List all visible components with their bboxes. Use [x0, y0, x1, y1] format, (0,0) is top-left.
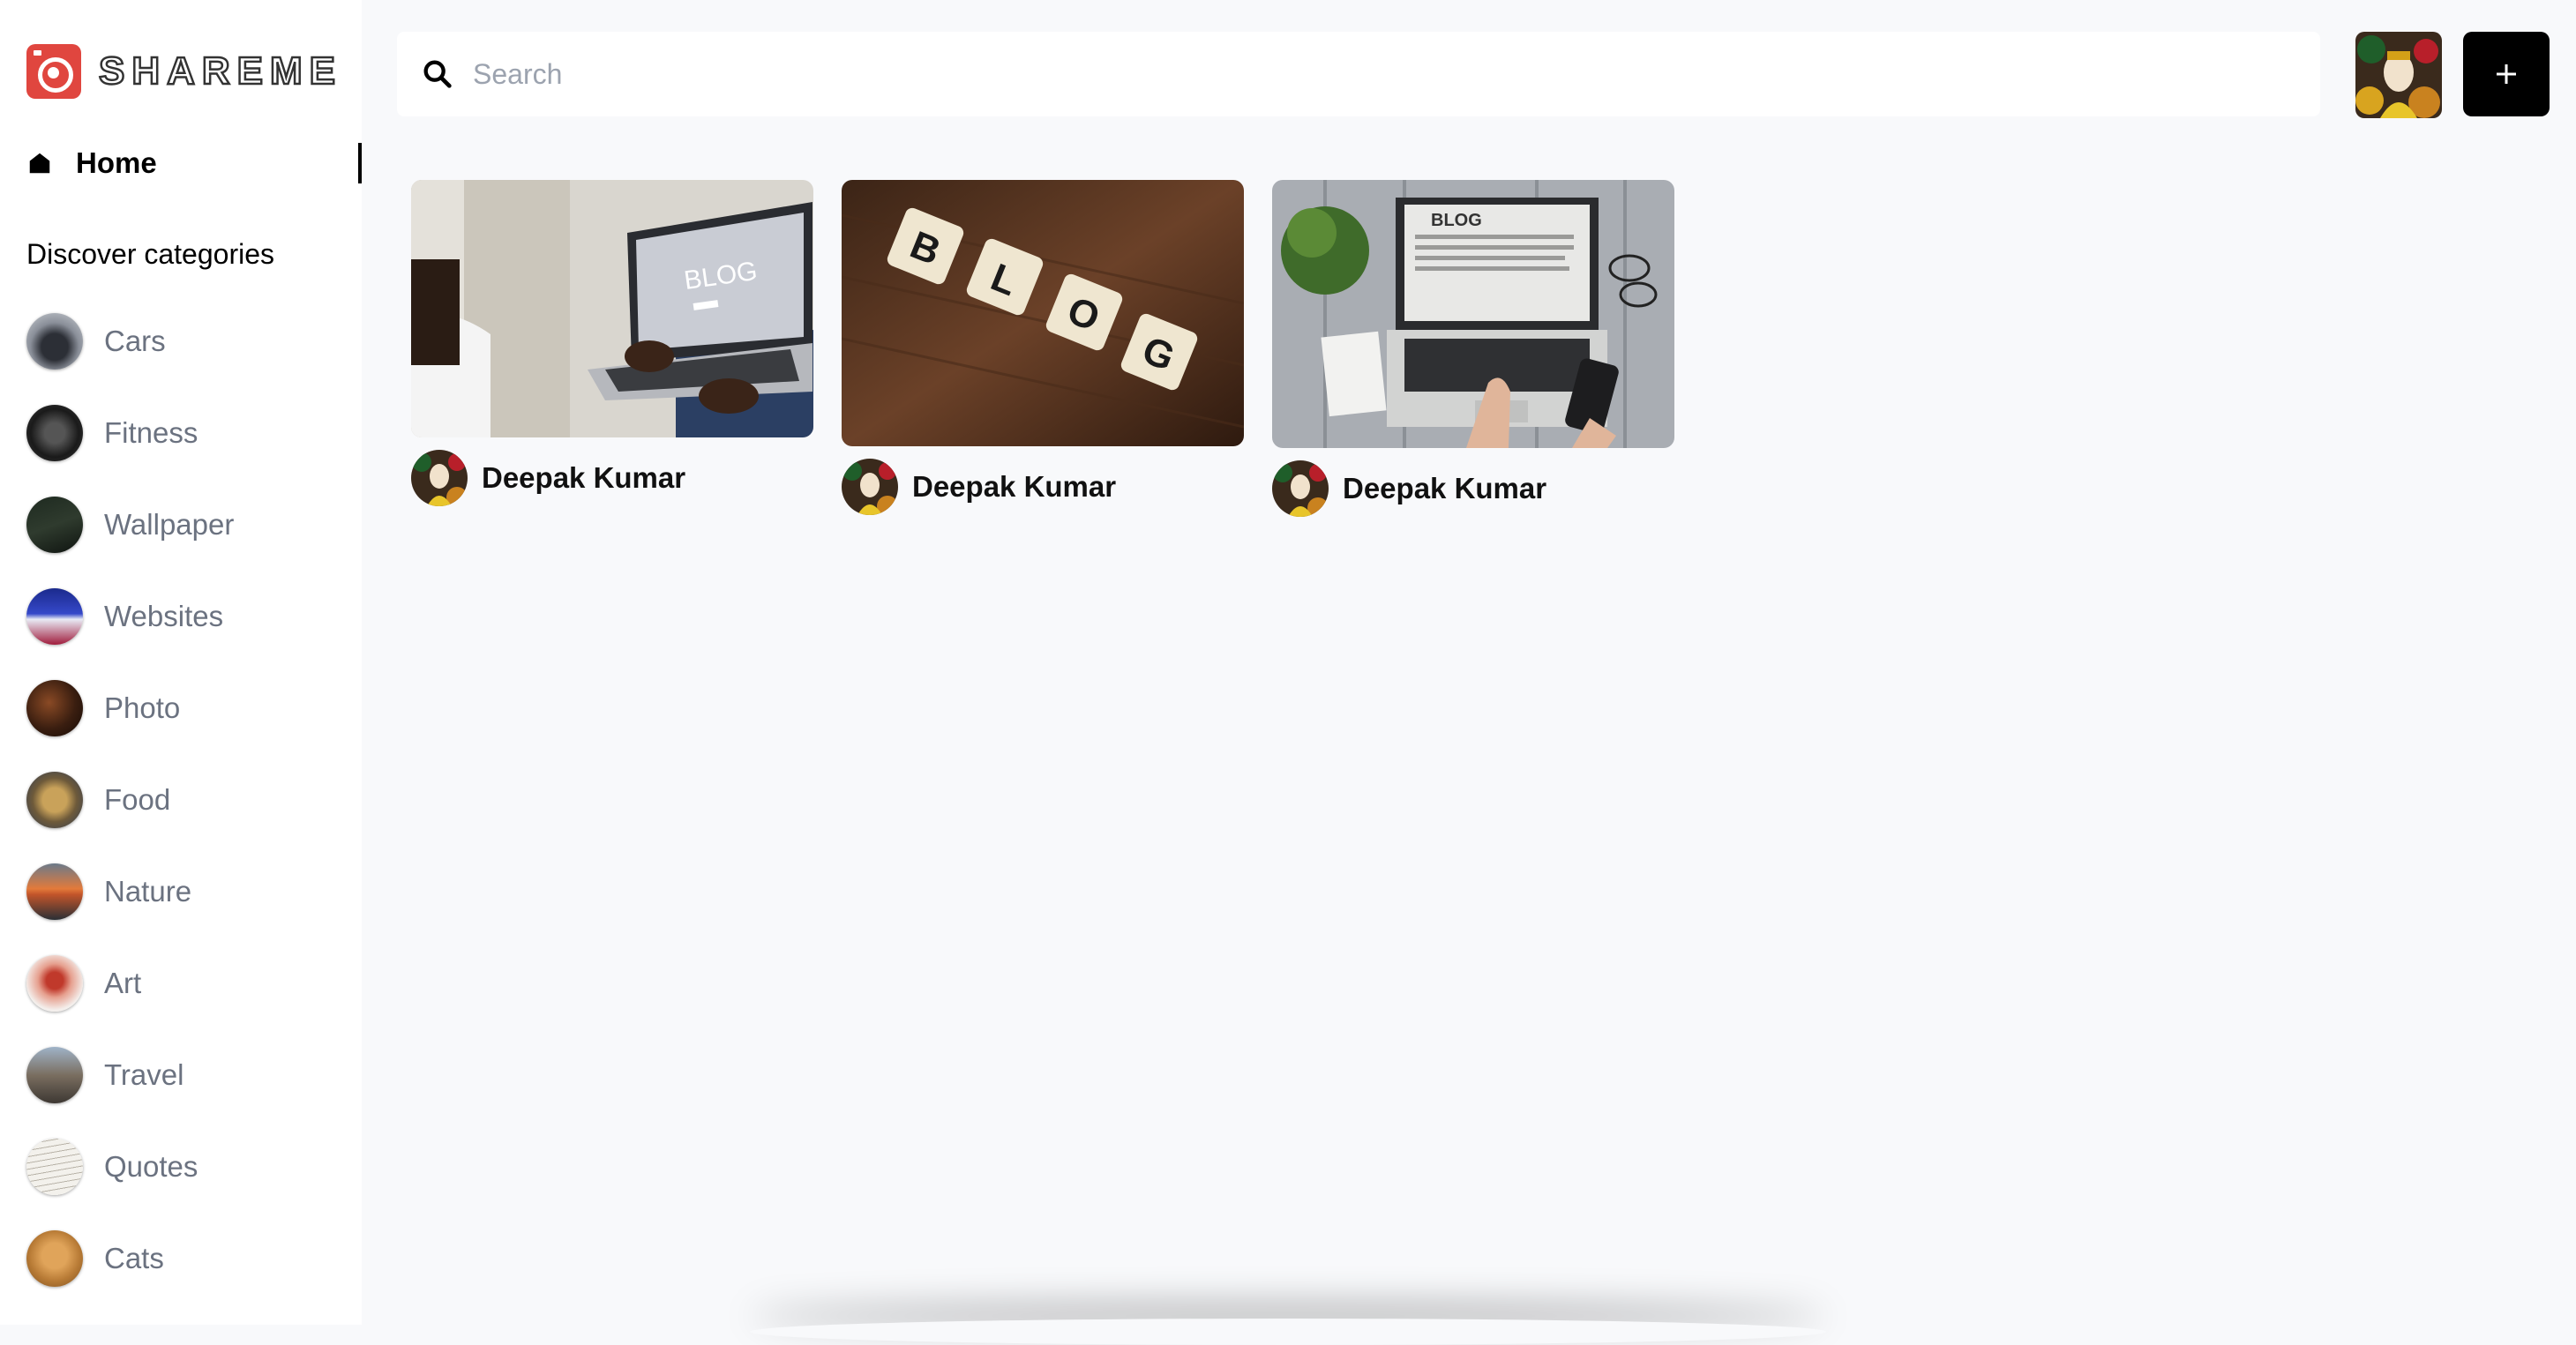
- user-avatar[interactable]: [2355, 32, 2442, 118]
- sidebar-item-photo[interactable]: Photo: [26, 680, 234, 736]
- sidebar-item-label: Photo: [104, 691, 181, 724]
- pin-author[interactable]: Deepak Kumar: [1272, 460, 1674, 517]
- author-name: Deepak Kumar: [1343, 472, 1547, 504]
- discover-categories-heading: Discover categories: [26, 238, 274, 270]
- sidebar-item-label: Art: [104, 967, 142, 999]
- category-thumbnail: [26, 863, 83, 920]
- sidebar-item-label: Food: [104, 783, 171, 816]
- sidebar-item-websites[interactable]: Websites: [26, 588, 234, 645]
- app-name: SHAREME: [98, 49, 343, 94]
- add-pin-button[interactable]: [2463, 32, 2550, 116]
- sidebar-item-label: Quotes: [104, 1150, 198, 1183]
- sidebar-item-nature[interactable]: Nature: [26, 863, 234, 920]
- pin-image[interactable]: B L O G: [842, 180, 1244, 446]
- category-list: Cars Fitness Wallpaper Websites Photo Fo…: [26, 313, 234, 1322]
- app-logo[interactable]: SHAREME: [26, 44, 342, 99]
- pin-image-text: BLOG: [1431, 211, 1482, 230]
- pin-card[interactable]: BLOG Deepak Kumar: [1272, 180, 1674, 517]
- category-thumbnail: [26, 1139, 83, 1195]
- bottom-shadow: [750, 1319, 1826, 1345]
- category-thumbnail: [26, 588, 83, 645]
- author-avatar: [411, 450, 468, 506]
- sidebar-item-label: Wallpaper: [104, 508, 235, 541]
- author-name: Deepak Kumar: [482, 461, 686, 494]
- sidebar-item-cars[interactable]: Cars: [26, 313, 234, 370]
- pin-author[interactable]: Deepak Kumar: [842, 459, 1244, 515]
- sidebar-item-label: Home: [76, 146, 157, 179]
- pin-image[interactable]: BLOG: [1272, 180, 1674, 448]
- pin-card[interactable]: B L O G Deepak Kumar: [842, 180, 1244, 515]
- category-thumbnail: [26, 680, 83, 736]
- sidebar-item-label: Nature: [104, 875, 192, 908]
- author-avatar: [842, 459, 898, 515]
- category-thumbnail: [26, 1047, 83, 1103]
- sidebar-item-art[interactable]: Art: [26, 955, 234, 1012]
- active-indicator: [358, 143, 362, 183]
- category-thumbnail: [26, 497, 83, 553]
- search-bar[interactable]: [397, 32, 2320, 116]
- sidebar-item-label: Cars: [104, 325, 166, 357]
- sidebar-item-label: Fitness: [104, 416, 198, 449]
- sidebar-item-label: Travel: [104, 1058, 184, 1091]
- camera-icon: [26, 44, 81, 99]
- sidebar-item-label: Websites: [104, 600, 224, 632]
- sidebar-item-quotes[interactable]: Quotes: [26, 1139, 234, 1195]
- pin-card[interactable]: BLOG Deepak Kumar: [411, 180, 813, 506]
- sidebar-item-fitness[interactable]: Fitness: [26, 405, 234, 461]
- category-thumbnail: [26, 313, 83, 370]
- category-thumbnail: [26, 1230, 83, 1287]
- sidebar-item-food[interactable]: Food: [26, 772, 234, 828]
- sidebar-item-home[interactable]: Home: [26, 141, 362, 185]
- category-thumbnail: [26, 955, 83, 1012]
- sidebar: SHAREME Home Discover categories Cars Fi…: [0, 0, 362, 1325]
- sidebar-item-travel[interactable]: Travel: [26, 1047, 234, 1103]
- pin-author[interactable]: Deepak Kumar: [411, 450, 813, 506]
- category-thumbnail: [26, 405, 83, 461]
- sidebar-item-cats[interactable]: Cats: [26, 1230, 234, 1287]
- sidebar-item-label: Cats: [104, 1242, 164, 1274]
- sidebar-item-wallpaper[interactable]: Wallpaper: [26, 497, 234, 553]
- avatar-image: [2355, 32, 2442, 118]
- search-input[interactable]: [471, 56, 2239, 92]
- author-name: Deepak Kumar: [912, 470, 1117, 503]
- pin-image[interactable]: BLOG: [411, 180, 813, 437]
- search-icon: [423, 60, 452, 88]
- category-thumbnail: [26, 772, 83, 828]
- author-avatar: [1272, 460, 1329, 517]
- home-icon: [29, 153, 50, 174]
- plus-icon: [2497, 64, 2516, 84]
